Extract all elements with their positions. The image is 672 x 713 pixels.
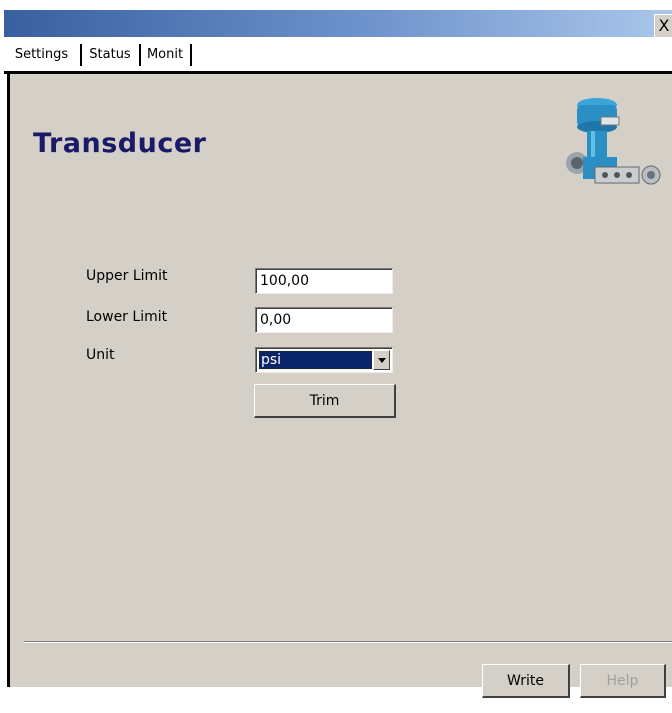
tab-monit[interactable]: Monit <box>143 42 187 68</box>
unit-select-value: psi <box>258 350 373 370</box>
write-button[interactable]: Write <box>482 664 570 698</box>
help-button[interactable]: Help <box>580 664 666 698</box>
lower-limit-label: Lower Limit <box>86 309 168 325</box>
tab-separator <box>190 44 192 66</box>
page-title: Transducer <box>33 128 207 159</box>
unit-label: Unit <box>86 347 115 363</box>
tab-separator <box>80 44 82 66</box>
trim-button[interactable]: Trim <box>254 384 396 418</box>
tab-settings[interactable]: Settings <box>8 42 75 68</box>
window-titlebar[interactable] <box>4 10 672 37</box>
unit-select[interactable]: psi <box>255 347 393 373</box>
lower-limit-input[interactable]: 0,00 <box>255 307 393 333</box>
footer-separator <box>24 641 672 643</box>
chevron-down-icon[interactable] <box>373 350 390 370</box>
valve-actuator-icon <box>565 95 665 205</box>
tab-separator <box>139 44 141 66</box>
upper-limit-label: Upper Limit <box>86 268 168 284</box>
close-button[interactable]: X <box>654 14 672 37</box>
upper-limit-input[interactable]: 100,00 <box>255 268 393 294</box>
tab-status[interactable]: Status <box>84 42 136 68</box>
